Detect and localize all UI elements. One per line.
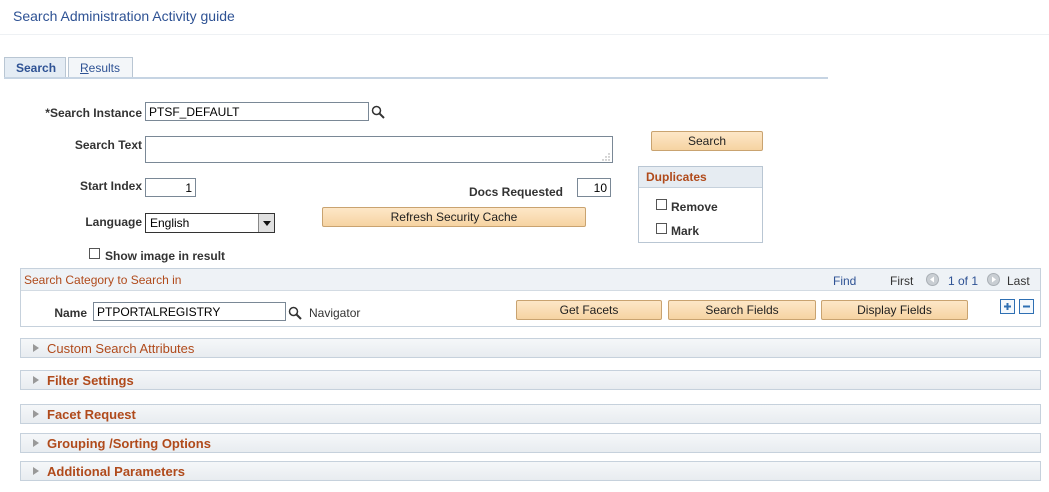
language-select[interactable]: English [145,213,275,233]
chevron-down-icon [263,221,271,226]
section-label: Filter Settings [47,373,134,388]
category-lookup-icon[interactable] [288,306,302,320]
language-label: Language [85,215,142,229]
duplicates-title: Duplicates [639,167,762,188]
delete-row-button[interactable] [1019,299,1034,314]
remove-label: Remove [671,200,718,214]
section-custom-search-attributes[interactable]: Custom Search Attributes [20,338,1041,358]
plus-icon [1004,303,1011,310]
mark-label: Mark [671,224,700,238]
display-fields-button[interactable]: Display Fields [821,300,968,320]
grid-title: Search Category to Search in [24,273,182,287]
search-instance-input[interactable] [145,102,369,121]
search-category-grid: Search Category to Search in Find First … [20,268,1041,327]
collapsed-triangle-icon [33,376,39,384]
search-text-input[interactable] [145,136,613,163]
grid-find-link[interactable]: Find [833,274,856,288]
section-label: Facet Request [47,407,136,422]
start-index-input[interactable] [145,178,196,197]
mark-checkbox[interactable] [656,223,667,234]
search-instance-label: *Search Instance [45,106,142,120]
duplicates-group: Duplicates Remove Mark [638,166,763,243]
title-divider [0,34,1049,35]
section-grouping-sorting-options[interactable]: Grouping /Sorting Options [20,433,1041,453]
add-row-button[interactable] [1000,299,1015,314]
language-dropdown-arrow[interactable] [258,214,274,232]
tab-search[interactable]: Search [4,57,66,79]
search-button[interactable]: Search [651,131,763,151]
grid-last-label: Last [1007,274,1030,288]
section-label: Custom Search Attributes [47,341,195,356]
search-text-wrap [145,136,613,163]
search-instance-lookup-icon[interactable] [371,105,385,119]
remove-checkbox[interactable] [656,199,667,210]
show-image-label: Show image in result [105,249,226,263]
search-text-label: Search Text [74,138,142,152]
collapsed-triangle-icon [33,467,39,475]
tab-results[interactable]: Results [68,57,133,78]
collapsed-triangle-icon [33,344,39,352]
language-selected-value: English [150,216,190,230]
section-filter-settings[interactable]: Filter Settings [20,370,1041,390]
refresh-security-cache-button[interactable]: Refresh Security Cache [322,207,586,227]
get-facets-button[interactable]: Get Facets [516,300,662,320]
minus-icon [1023,305,1030,308]
page-title: Search Administration Activity guide [13,8,235,24]
grid-header: Search Category to Search in Find First … [21,269,1040,291]
tab-results-label: esults [88,61,121,75]
category-navigator-text: Navigator [309,306,361,320]
section-label: Additional Parameters [47,464,185,479]
tab-results-access-key: R [80,61,89,75]
next-row-icon[interactable] [987,273,1000,286]
search-fields-button[interactable]: Search Fields [668,300,816,320]
resize-grip-icon[interactable] [602,153,610,161]
collapsed-triangle-icon [33,410,39,418]
collapsed-triangle-icon [33,439,39,447]
start-index-label: Start Index [79,179,142,193]
previous-row-icon[interactable] [926,273,939,286]
tab-divider [4,77,828,79]
show-image-checkbox[interactable] [89,248,100,259]
section-facet-request[interactable]: Facet Request [20,404,1041,424]
grid-first-label: First [890,274,914,288]
tab-search-label: Search [16,61,57,75]
section-label: Grouping /Sorting Options [47,436,211,451]
category-name-label: Name [54,306,87,320]
grid-row-count: 1 of 1 [948,274,979,288]
docs-requested-label: Docs Requested [468,185,563,199]
section-additional-parameters[interactable]: Additional Parameters [20,461,1041,481]
docs-requested-input[interactable] [577,178,611,197]
category-name-input[interactable] [93,302,286,321]
